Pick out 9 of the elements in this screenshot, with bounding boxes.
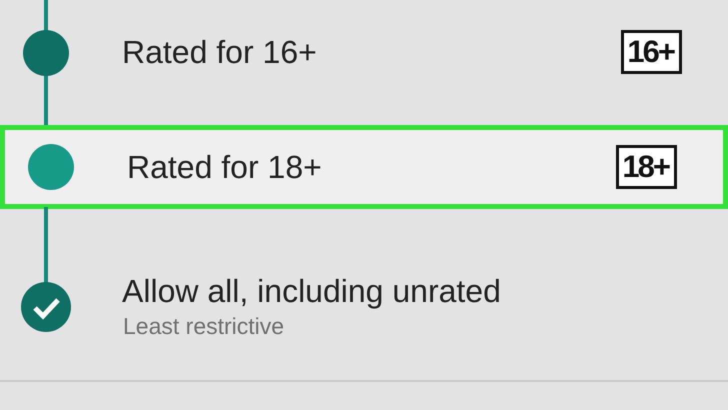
option-label: Rated for 16+ bbox=[121, 33, 317, 72]
check-circle-icon[interactable] bbox=[21, 282, 71, 332]
rating-badge: 18+ bbox=[616, 145, 677, 189]
option-subtitle: Least restrictive bbox=[122, 313, 284, 340]
option-label: Allow all, including unrated bbox=[121, 272, 501, 311]
radio-dot[interactable] bbox=[28, 144, 74, 190]
option-label: Rated for 18+ bbox=[126, 148, 322, 187]
rating-badge: 16+ bbox=[621, 30, 682, 74]
radio-dot[interactable] bbox=[23, 30, 69, 76]
